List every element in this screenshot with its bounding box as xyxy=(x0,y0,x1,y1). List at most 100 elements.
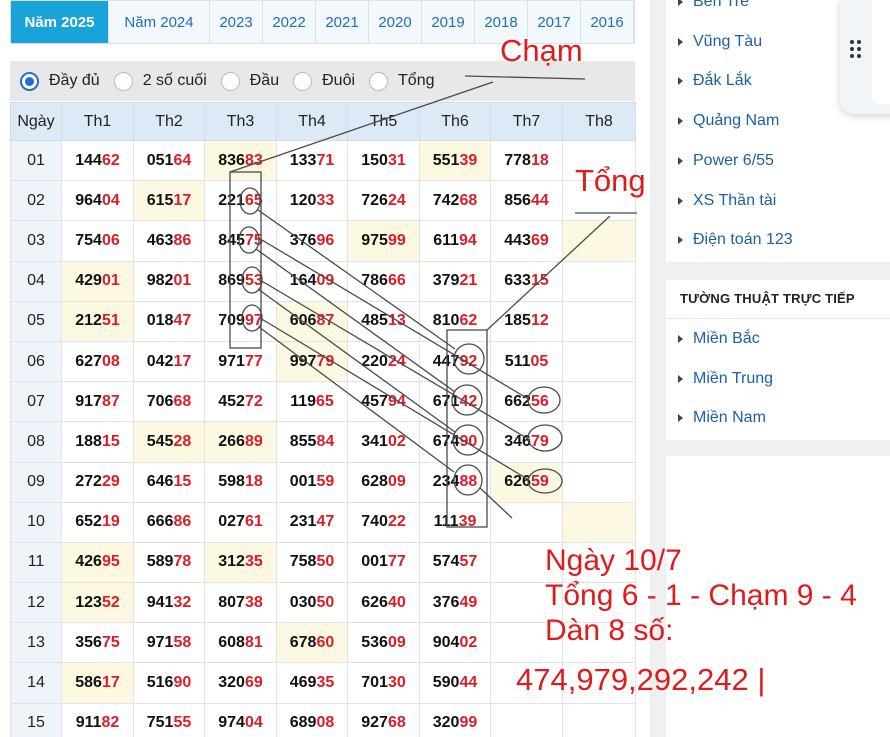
option-radio[interactable]: 2 số cuối xyxy=(113,71,207,91)
radio-icon[interactable] xyxy=(293,71,313,91)
province-link[interactable]: Quảng Nam xyxy=(678,112,779,130)
year-tab[interactable]: Năm 2024 xyxy=(109,1,210,43)
result-cell: 66256 xyxy=(490,381,563,423)
arrow-right-icon xyxy=(678,374,683,383)
day-cell: 07 xyxy=(10,381,62,423)
annotation-cham: Chạm xyxy=(500,33,583,68)
result-cell: 22165 xyxy=(204,180,277,222)
year-tab[interactable]: Năm 2025 xyxy=(11,1,109,43)
result-cell: 34679 xyxy=(490,421,563,463)
table-row: 02 96404 61517 22165 12033 72624 74268 85644 xyxy=(10,180,636,222)
result-cell: 92768 xyxy=(347,702,420,737)
option-radio[interactable]: Đầu xyxy=(220,71,279,91)
column-header: Th5 xyxy=(347,102,420,141)
result-cell: 80738 xyxy=(204,582,277,624)
annotation-prediction: Ngày 10/7 Tổng 6 - 1 - Chạm 9 - 4 Dàn 8 … xyxy=(545,543,857,648)
option-radio[interactable]: Tổng xyxy=(369,71,435,91)
result-cell: 60687 xyxy=(276,300,348,342)
option-label: Tổng xyxy=(398,72,435,89)
result-cell xyxy=(562,300,636,342)
province-label: Điện toán 123 xyxy=(693,231,793,249)
result-cell xyxy=(562,421,636,463)
result-cell: 45272 xyxy=(204,381,277,423)
result-cell: 21251 xyxy=(61,300,134,342)
drag-handle-icon[interactable] xyxy=(850,40,864,58)
result-cell: 27229 xyxy=(61,461,134,503)
year-tab[interactable]: 2016 xyxy=(581,1,634,43)
result-cell: 61194 xyxy=(419,220,491,262)
result-cell: 85644 xyxy=(490,180,563,222)
live-link[interactable]: Miền Trung xyxy=(678,370,773,388)
province-label: Power 6/55 xyxy=(693,151,774,169)
year-tab[interactable]: 2019 xyxy=(422,1,475,43)
result-cell: 99779 xyxy=(276,340,348,383)
result-cell: 74022 xyxy=(347,501,420,543)
option-label: Đuôi xyxy=(322,72,356,89)
result-cell: 02761 xyxy=(204,501,277,543)
result-cell: 44369 xyxy=(490,220,563,262)
result-cell: 97599 xyxy=(347,220,420,262)
result-cell: 67490 xyxy=(419,421,491,463)
result-cell: 05164 xyxy=(133,139,205,182)
province-link[interactable]: Đắk Lắk xyxy=(678,72,752,90)
radio-icon[interactable] xyxy=(20,71,39,91)
result-cell: 75406 xyxy=(61,220,134,262)
page: Năm 2025 Năm 2024 2023 2022 2021 2020 2019 2018… xyxy=(0,0,890,737)
result-cell xyxy=(562,381,636,423)
year-tab[interactable]: 2021 xyxy=(316,1,369,43)
result-cell: 23488 xyxy=(419,461,491,503)
divider xyxy=(666,318,890,319)
table-row: 13 35675 97158 60881 67860 53609 90402 xyxy=(10,622,636,664)
result-cell: 97158 xyxy=(133,622,205,664)
arrow-right-icon xyxy=(678,117,683,126)
radio-icon[interactable] xyxy=(113,71,133,91)
result-cell: 18512 xyxy=(490,300,563,342)
live-card: TƯỜNG THUẬT TRỰC TIẾP Miền Bắc Miền Trung… xyxy=(666,280,890,440)
option-radio[interactable]: Đầy đủ xyxy=(20,71,100,91)
result-cell: 51105 xyxy=(490,340,563,383)
day-cell: 02 xyxy=(10,180,62,222)
result-cell: 65219 xyxy=(61,501,134,543)
arrow-right-icon xyxy=(678,156,683,165)
result-cell: 44792 xyxy=(419,340,491,383)
result-cell: 58978 xyxy=(133,541,205,584)
result-cell: 70997 xyxy=(204,300,277,342)
day-cell: 12 xyxy=(10,582,62,624)
province-label: Bến Tre xyxy=(693,0,750,10)
option-label: Đầy đủ xyxy=(49,72,100,89)
live-title: TƯỜNG THUẬT TRỰC TIẾP xyxy=(680,291,855,306)
floating-widget[interactable] xyxy=(840,0,890,114)
result-cell: 55139 xyxy=(419,139,491,182)
result-cell: 91787 xyxy=(61,381,134,423)
result-cell: 18815 xyxy=(61,421,134,463)
province-link[interactable]: Bến Tre xyxy=(678,0,749,11)
result-cell xyxy=(562,501,636,543)
result-cell: 53609 xyxy=(347,622,420,664)
column-header: Th4 xyxy=(276,102,348,141)
province-link[interactable]: Power 6/55 xyxy=(678,152,774,170)
result-cell: 32099 xyxy=(419,702,491,737)
column-header: Th6 xyxy=(419,102,491,141)
annotation-tong-cham: Tổng 6 - 1 - Chạm 9 - 4 xyxy=(545,579,857,612)
province-link[interactable]: Điện toán 123 xyxy=(678,231,793,249)
table-row: 01 14462 05164 83683 13371 15031 55139 77818 xyxy=(10,139,636,182)
province-link[interactable]: XS Thần tài xyxy=(678,192,776,210)
result-cell: 16409 xyxy=(276,260,348,302)
table-row: 11 42695 58978 31235 75850 00177 57457 xyxy=(10,541,636,584)
radio-icon[interactable] xyxy=(220,71,240,91)
year-tab[interactable]: 2022 xyxy=(263,1,316,43)
live-link[interactable]: Miền Nam xyxy=(678,409,766,427)
option-radio[interactable]: Đuôi xyxy=(293,71,356,91)
year-tab[interactable]: 2023 xyxy=(210,1,263,43)
radio-icon[interactable] xyxy=(369,71,389,91)
annotation-date: Ngày 10/7 xyxy=(545,544,682,577)
result-cell: 45794 xyxy=(347,381,420,423)
arrow-right-icon xyxy=(678,414,683,422)
result-cell: 86953 xyxy=(204,260,277,302)
live-link[interactable]: Miền Bắc xyxy=(678,330,760,348)
column-header: Th2 xyxy=(133,102,205,141)
column-header: Ngày xyxy=(10,102,62,141)
year-tab[interactable]: 2020 xyxy=(369,1,422,43)
annotation-dan-label: Dàn 8 số: xyxy=(545,614,674,647)
province-link[interactable]: Vũng Tàu xyxy=(678,33,762,51)
